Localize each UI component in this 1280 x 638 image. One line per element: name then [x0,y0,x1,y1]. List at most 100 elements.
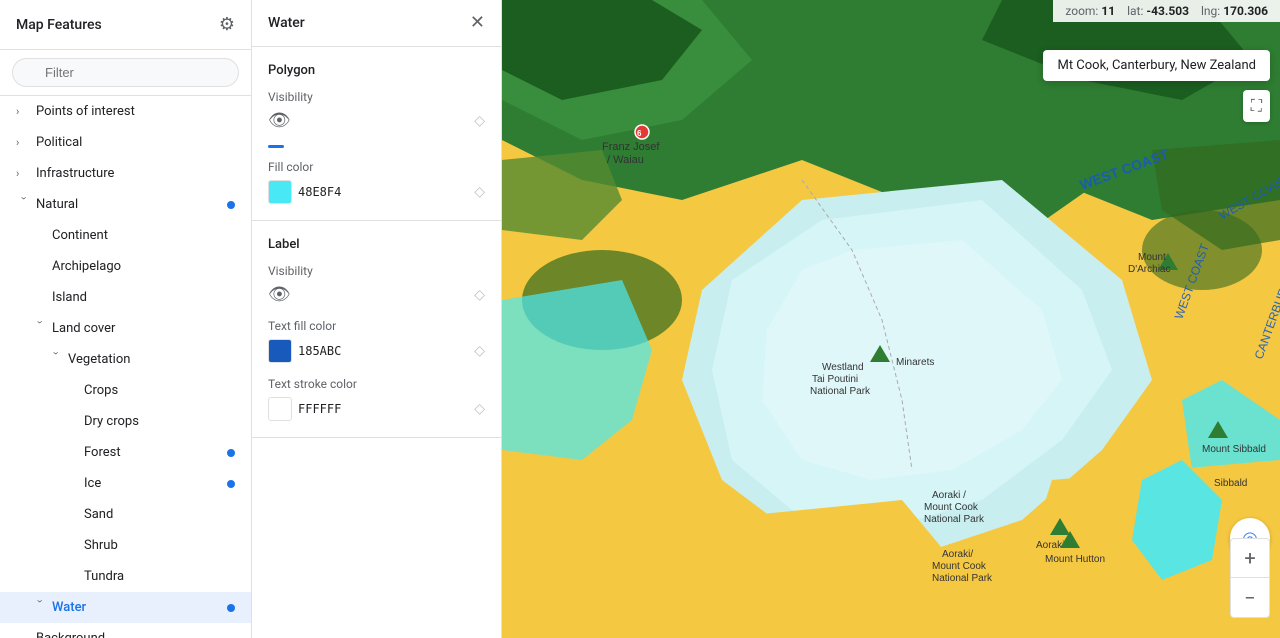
diamond-icon[interactable]: ◇ [474,287,485,303]
label-visibility-icon[interactable]: 👁 [268,284,291,305]
chevron-down-icon: › [50,352,63,368]
sidebar-header: Map Features ⚙ [0,0,251,50]
sidebar: Map Features ⚙ ≡ › Points of interest › … [0,0,252,638]
fill-color-swatch-group[interactable]: 48E8F4 [268,180,341,204]
text-fill-label: Text fill color [268,319,485,333]
text-stroke-swatch[interactable] [268,397,292,421]
zoom-controls: + − [1230,538,1270,618]
sidebar-filter-wrap: ≡ [0,50,251,96]
lng-display: lng: 170.306 [1201,4,1268,18]
sidebar-item-tundra[interactable]: Tundra [0,561,251,592]
filter-input[interactable] [12,58,239,87]
svg-text:/ Waiau: / Waiau [607,154,644,166]
sidebar-item-label: Natural [36,197,223,212]
polygon-section-title: Polygon [268,63,485,78]
diamond-icon[interactable]: ◇ [474,184,485,200]
sidebar-item-sand[interactable]: Sand [0,499,251,530]
text-fill-value: 185ABC [298,344,341,358]
sidebar-item-label: Water [52,600,223,615]
sidebar-item-island[interactable]: Island [0,282,251,313]
sidebar-item-dry-crops[interactable]: Dry crops [0,406,251,437]
sidebar-item-crops[interactable]: Crops [0,375,251,406]
label-section-title: Label [268,237,485,252]
sidebar-item-label: Archipelago [52,259,235,274]
fill-color-override-bar [268,145,284,148]
sidebar-item-background[interactable]: Background [0,623,251,638]
sidebar-item-infrastructure[interactable]: › Infrastructure [0,158,251,189]
polygon-section: Polygon Visibility 👁 ◇ Fill color 48E8F4… [252,47,501,221]
diamond-icon[interactable]: ◇ [474,113,485,129]
fill-color-swatch[interactable] [268,180,292,204]
sidebar-item-political[interactable]: › Political [0,127,251,158]
text-fill-swatch[interactable] [268,339,292,363]
svg-text:Mount Cook: Mount Cook [924,502,979,513]
sidebar-item-points-of-interest[interactable]: › Points of interest [0,96,251,127]
sidebar-item-label: Background [36,631,235,638]
text-stroke-value: FFFFFF [298,402,341,416]
text-stroke-label: Text stroke color [268,377,485,391]
sidebar-item-label: Continent [52,228,235,243]
lat-display: lat: -43.503 [1127,4,1189,18]
diamond-icon[interactable]: ◇ [474,343,485,359]
zoom-value: 11 [1101,4,1115,18]
sidebar-item-shrub[interactable]: Shrub [0,530,251,561]
sidebar-item-label: Shrub [84,538,235,553]
chevron-down-icon: › [34,600,47,616]
close-icon[interactable]: ✕ [470,14,485,32]
sidebar-item-label: Ice [84,476,223,491]
svg-text:Mount Sibbald: Mount Sibbald [1202,444,1266,455]
text-stroke-swatch-group[interactable]: FFFFFF [268,397,341,421]
sidebar-item-label: Tundra [84,569,235,584]
fill-color-label: Fill color [268,160,485,174]
diamond-icon[interactable]: ◇ [474,401,485,417]
gear-icon[interactable]: ⚙ [219,14,235,35]
sidebar-item-continent[interactable]: Continent [0,220,251,251]
visibility-icon[interactable]: 👁 [268,110,291,131]
label-visibility-label: Visibility [268,264,485,278]
modified-dot [227,480,235,488]
svg-text:Franz Josef: Franz Josef [602,141,660,153]
svg-text:Sibbald: Sibbald [1214,478,1247,489]
sidebar-item-archipelago[interactable]: Archipelago [0,251,251,282]
svg-text:Aoraki/: Aoraki/ [942,549,973,560]
sidebar-item-natural[interactable]: › Natural [0,189,251,220]
svg-text:Mount: Mount [1138,252,1166,263]
sidebar-title: Map Features [16,17,102,33]
sidebar-item-label: Points of interest [36,104,235,119]
sidebar-item-vegetation[interactable]: › Vegetation [0,344,251,375]
water-properties-panel: Water ✕ Polygon Visibility 👁 ◇ Fill colo… [252,0,502,638]
zoom-in-button[interactable]: + [1230,538,1270,578]
sidebar-item-label: Land cover [52,321,235,336]
map-area[interactable]: WEST COAST WEST COAST CANTERBURY WEST CO… [502,0,1280,638]
svg-text:Mount Cook: Mount Cook [932,561,987,572]
sidebar-item-label: Dry crops [84,414,235,429]
sidebar-item-label: Sand [84,507,235,522]
svg-text:Minarets: Minarets [896,357,934,368]
svg-text:National Park: National Park [932,573,993,584]
chevron-right-icon: › [16,105,32,118]
chevron-right-icon: › [16,167,32,180]
label-section: Label Visibility 👁 ◇ Text fill color 185… [252,221,501,438]
text-fill-swatch-group[interactable]: 185ABC [268,339,341,363]
panel-title: Water [268,15,305,31]
modified-dot [227,604,235,612]
fullscreen-button[interactable]: ⛶ [1243,90,1270,122]
sidebar-item-ice[interactable]: Ice [0,468,251,499]
fill-color-row: 48E8F4 ◇ [268,180,485,204]
text-fill-color-row: 185ABC ◇ [268,339,485,363]
sidebar-item-land-cover[interactable]: › Land cover [0,313,251,344]
map-location-tooltip: Mt Cook, Canterbury, New Zealand [1043,50,1270,81]
lat-value: -43.503 [1146,4,1189,18]
sidebar-item-forest[interactable]: Forest [0,437,251,468]
zoom-label: zoom: 11 [1065,4,1115,18]
sidebar-item-label: Vegetation [68,352,235,367]
chevron-down-icon: › [34,321,47,337]
sidebar-item-label: Political [36,135,235,150]
text-stroke-color-row: FFFFFF ◇ [268,397,485,421]
zoom-out-button[interactable]: − [1230,578,1270,618]
svg-text:Mount Hutton: Mount Hutton [1045,554,1105,565]
sidebar-item-water[interactable]: › Water [0,592,251,623]
sidebar-item-label: Crops [84,383,235,398]
modified-dot [227,449,235,457]
svg-text:D'Archiac: D'Archiac [1128,264,1170,275]
